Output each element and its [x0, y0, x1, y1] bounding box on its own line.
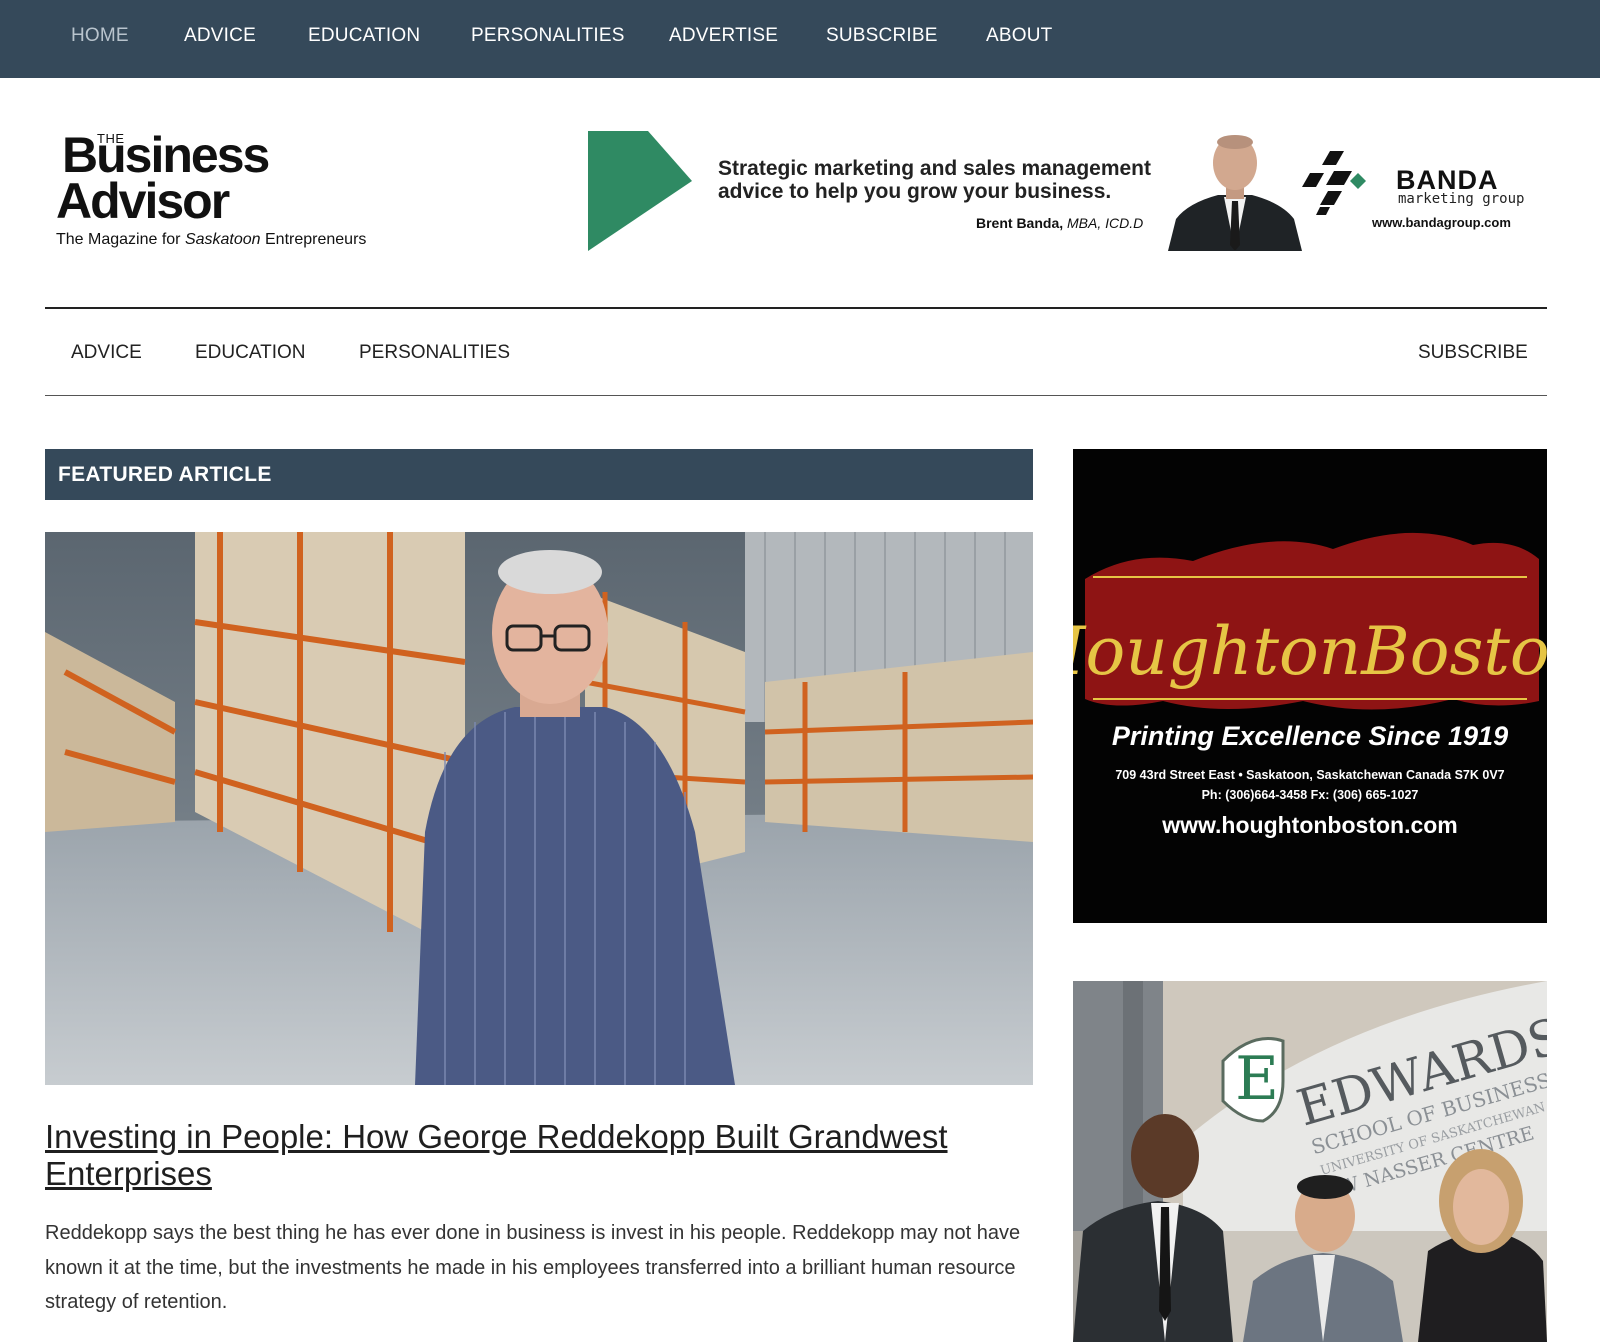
portrait-photo: [1168, 135, 1302, 251]
featured-article-excerpt: Reddekopp says the best thing he has eve…: [45, 1222, 1021, 1313]
banda-banner-ad[interactable]: Strategic marketing and sales management…: [588, 131, 1524, 251]
banner-brand-sub: marketing group: [1398, 191, 1525, 207]
edwards-school-photo: E EDWARDS SCHOOL OF BUSINESS UNIVERSITY …: [1073, 981, 1547, 1342]
featured-heading-text: FEATURED ARTICLE: [58, 463, 272, 486]
featured-article-title[interactable]: Investing in People: How George Reddekop…: [45, 1118, 1005, 1192]
site-logo[interactable]: THE Business Advisor The Magazine for Sa…: [56, 128, 396, 258]
subnav-advice[interactable]: ADVICE: [71, 342, 142, 364]
nav-education[interactable]: EDUCATION: [308, 25, 420, 47]
banner-line-2: advice to help you grow your business.: [718, 180, 1112, 203]
houghton-brand-text: HoughtonBoston: [1073, 613, 1547, 690]
nav-personalities[interactable]: PERSONALITIES: [471, 25, 625, 47]
nav-advertise[interactable]: ADVERTISE: [669, 25, 778, 47]
subnav-personalities[interactable]: PERSONALITIES: [359, 342, 510, 364]
featured-article-image[interactable]: [45, 532, 1033, 1085]
edwards-school-ad[interactable]: E EDWARDS SCHOOL OF BUSINESS UNIVERSITY …: [1073, 981, 1547, 1342]
houghton-boston-graphic: HoughtonBoston Printing Excellence Since…: [1073, 532, 1547, 838]
houghton-boston-ad[interactable]: HoughtonBoston Printing Excellence Since…: [1073, 449, 1547, 923]
banner-signature: Brent Banda, MBA, ICD.D: [976, 215, 1143, 231]
houghton-slogan: Printing Excellence Since 1919: [1112, 721, 1508, 751]
banner-line-1: Strategic marketing and sales management: [718, 157, 1151, 180]
banner-url: www.bandagroup.com: [1372, 215, 1511, 230]
featured-article-heading: FEATURED ARTICLE: [45, 449, 1033, 500]
logo-line-2: Advisor: [56, 173, 230, 229]
banda-logo-mark: [1302, 151, 1366, 215]
banner-credentials: MBA, ICD.D: [1063, 215, 1144, 231]
nav-advice[interactable]: ADVICE: [184, 25, 256, 47]
subnav-subscribe[interactable]: SUBSCRIBE: [1418, 342, 1528, 364]
nav-about[interactable]: ABOUT: [986, 25, 1052, 47]
nav-subscribe[interactable]: SUBSCRIBE: [826, 25, 938, 47]
subnav-education[interactable]: EDUCATION: [195, 342, 305, 364]
houghton-phone: Ph: (306)664-3458 Fx: (306) 665-1027: [1202, 788, 1419, 802]
top-nav: HOME ADVICE EDUCATION PERSONALITIES ADVE…: [0, 0, 1600, 78]
tagline-pre: The Magazine for: [56, 231, 185, 248]
tagline-post: Entrepreneurs: [260, 231, 367, 248]
svg-text:E: E: [1235, 1044, 1279, 1114]
houghton-url: www.houghtonboston.com: [1161, 812, 1458, 838]
houghton-address: 709 43rd Street East • Saskatoon, Saskat…: [1115, 768, 1504, 782]
logo-tagline: The Magazine for Saskatoon Entrepreneurs: [56, 231, 366, 249]
nav-home[interactable]: HOME: [71, 25, 129, 47]
banner-name: Brent Banda,: [976, 215, 1064, 231]
subnav-top-rule: [45, 307, 1547, 309]
tagline-city: Saskatoon: [184, 231, 261, 248]
warehouse-photo: [45, 532, 1033, 1085]
green-arrow-graphic: [588, 131, 692, 251]
subnav-bottom-rule: [45, 395, 1547, 396]
